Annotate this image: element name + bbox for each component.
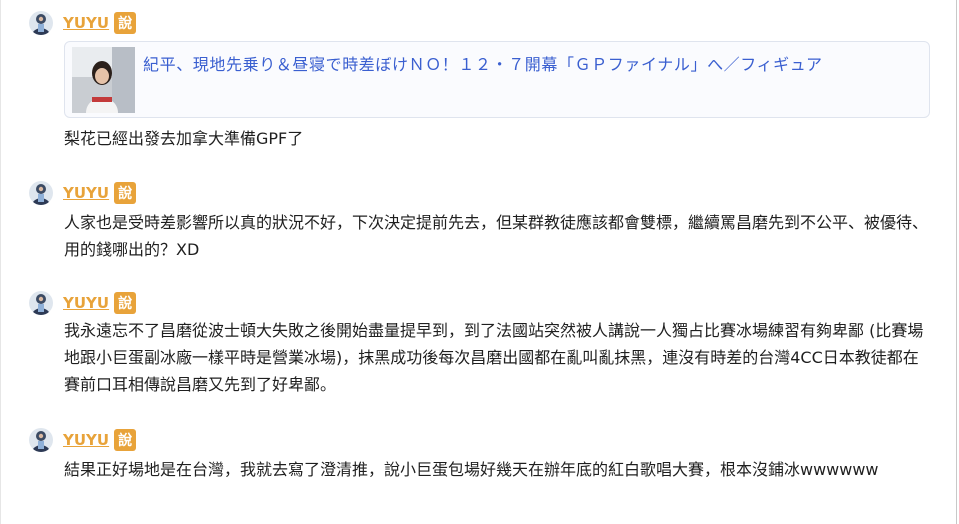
comment-text: 結果正好場地是在台灣，我就去寫了澄清推，說小巨蛋包場好幾天在辦年底的紅白歌唱大賽…: [64, 460, 879, 479]
link-preview-card[interactable]: 紀平、現地先乗り＆昼寝で時差ぼけＮＯ！１２・７開幕「ＧＰファイナル」へ／フィギュ…: [64, 41, 930, 118]
say-badge: 說: [114, 292, 137, 314]
comment-text: 梨花已經出發去加拿大準備GPF了: [64, 129, 304, 148]
comment-text: 人家也是受時差影響所以真的狀況不好，下次決定提前先去，但某群教徒應該都會雙標，繼…: [64, 213, 929, 259]
username-link[interactable]: YUYU: [63, 431, 109, 449]
user-avatar-icon[interactable]: [29, 181, 53, 205]
comment-post: YUYU 說 我永遠忘不了昌磨從波士頓大失敗之後開始盡量提早到，到了法國站突然被…: [1, 290, 956, 400]
username-link[interactable]: YUYU: [63, 14, 109, 32]
comment-header: YUYU 說: [29, 180, 137, 206]
username-link[interactable]: YUYU: [63, 184, 109, 202]
comment-thread: YUYU 說 紀平、現地先乗り＆昼寝で時差ぼけＮＯ！１２・７開幕「ＧＰファイナル…: [0, 0, 957, 524]
say-badge: 說: [114, 12, 137, 34]
comment-post: YUYU 說 紀平、現地先乗り＆昼寝で時差ぼけＮＯ！１２・７開幕「ＧＰファイナル…: [1, 10, 956, 148]
comment-post: YUYU 說 人家也是受時差影響所以真的狀況不好，下次決定提前先去，但某群教徒應…: [1, 180, 956, 270]
comment-post: YUYU 說 結果正好場地是在台灣，我就去寫了澄清推，說小巨蛋包場好幾天在辦年底…: [1, 427, 956, 524]
link-title[interactable]: 紀平、現地先乗り＆昼寝で時差ぼけＮＯ！１２・７開幕「ＧＰファイナル」へ／フィギュ…: [143, 51, 823, 117]
say-badge: 說: [114, 182, 137, 204]
comment-header: YUYU 說: [29, 290, 137, 316]
comment-header: YUYU 說: [29, 427, 137, 453]
user-avatar-icon[interactable]: [29, 428, 53, 452]
article-thumbnail-image: [72, 47, 135, 113]
username-link[interactable]: YUYU: [63, 294, 109, 312]
user-avatar-icon[interactable]: [29, 291, 53, 315]
comment-text: 我永遠忘不了昌磨從波士頓大失敗之後開始盡量提早到，到了法國站突然被人講說一人獨占…: [64, 321, 924, 394]
comment-header: YUYU 說: [29, 10, 137, 36]
user-avatar-icon[interactable]: [29, 11, 53, 35]
say-badge: 說: [114, 429, 137, 451]
